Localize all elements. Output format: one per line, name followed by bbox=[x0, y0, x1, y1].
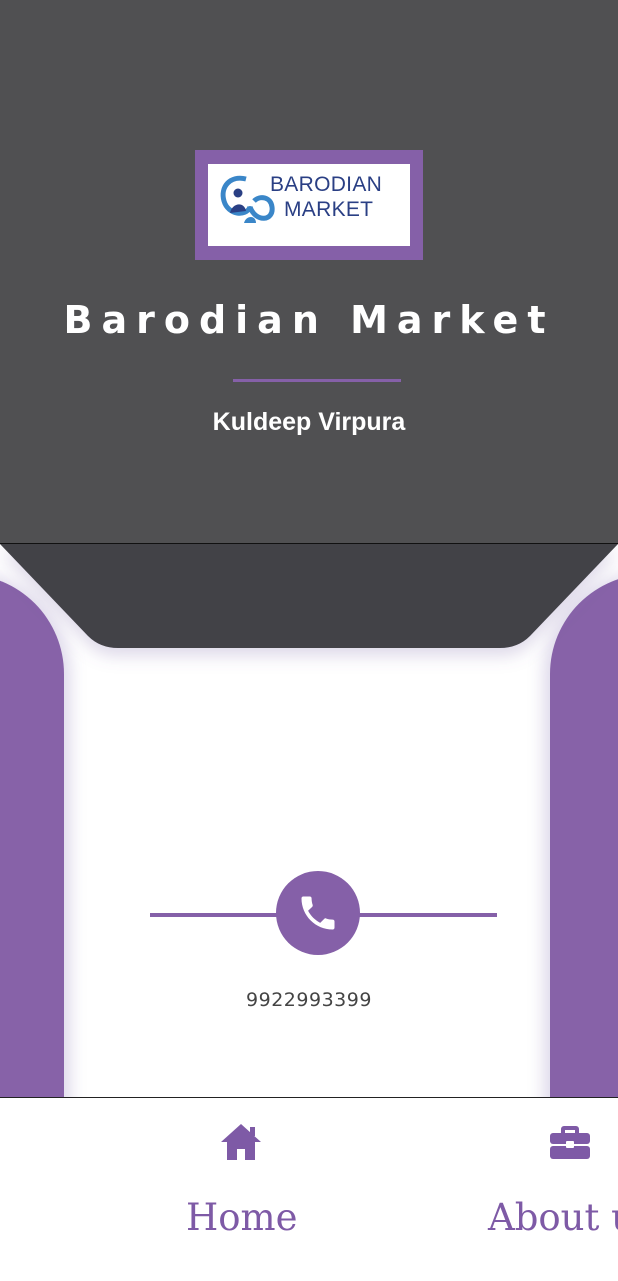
phone-number[interactable]: 9922993399 bbox=[0, 989, 618, 1011]
phone-line-right bbox=[355, 913, 497, 917]
home-icon bbox=[221, 1124, 261, 1160]
brand-title: Barodian Market bbox=[63, 298, 555, 342]
nav-label-home: Home bbox=[186, 1196, 298, 1239]
logo-frame: BARODIAN MARKET bbox=[195, 150, 423, 260]
title-divider bbox=[233, 379, 401, 382]
call-button[interactable] bbox=[276, 871, 360, 955]
logo-text-line1: BARODIAN bbox=[270, 173, 383, 196]
logo-mark-icon bbox=[220, 175, 275, 223]
phone-icon bbox=[301, 896, 335, 930]
bottom-navigation: Home About u bbox=[0, 1097, 618, 1281]
contact-card: 9922993399 bbox=[0, 544, 618, 1097]
profile-header: BARODIAN MARKET Barodian Market Kuldeep … bbox=[0, 0, 618, 544]
briefcase-icon bbox=[550, 1126, 590, 1159]
nav-label-about: About u bbox=[488, 1196, 618, 1239]
logo-text-line2: MARKET bbox=[284, 198, 374, 221]
brand-logo: BARODIAN MARKET bbox=[208, 164, 410, 246]
header-notch bbox=[0, 544, 618, 648]
owner-name: Kuldeep Virpura bbox=[212, 408, 406, 436]
phone-line-left bbox=[150, 913, 280, 917]
